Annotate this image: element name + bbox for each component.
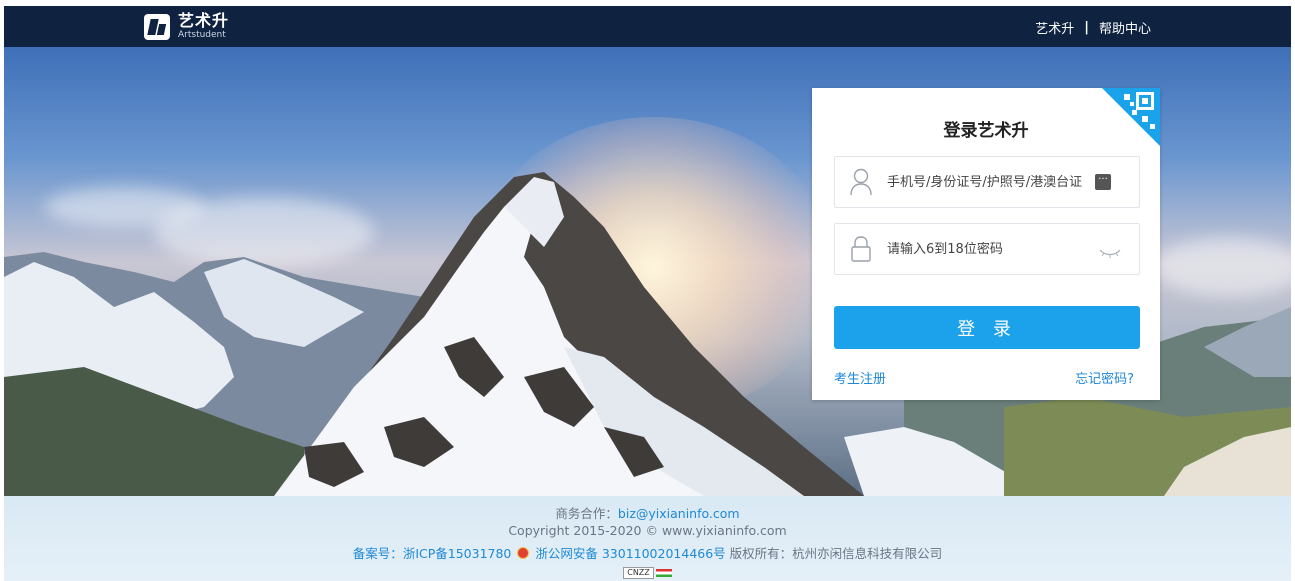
- username-input[interactable]: [887, 174, 1087, 190]
- header-link-home[interactable]: 艺术升: [1035, 18, 1074, 37]
- login-panel: 登录艺术升 ···: [812, 88, 1160, 400]
- icp-link[interactable]: 浙ICP备15031780: [403, 546, 512, 561]
- contact-label: 商务合作：: [555, 506, 618, 521]
- footer-contact: 商务合作：biz@yixianinfo.com: [4, 503, 1291, 522]
- footer-copyright: Copyright 2015-2020 © www.yixianinfo.com: [508, 523, 787, 538]
- password-field[interactable]: [834, 223, 1140, 275]
- footer-stats: CNZZ: [4, 564, 1291, 579]
- cnzz-flag-icon: [655, 568, 672, 577]
- user-icon: [835, 157, 887, 207]
- forgot-password-link[interactable]: 忘记密码?: [1075, 368, 1134, 387]
- brand-logo[interactable]: 艺术升 Artstudent: [144, 13, 229, 40]
- police-badge-icon: [517, 547, 530, 559]
- lock-icon: [835, 224, 887, 274]
- brand-subtitle: Artstudent: [178, 30, 226, 40]
- police-link[interactable]: 浙公网安备 33011002014466号: [535, 546, 725, 561]
- username-field[interactable]: ···: [834, 156, 1140, 208]
- login-button[interactable]: 登 录: [834, 306, 1140, 349]
- cnzz-badge[interactable]: CNZZ: [623, 566, 654, 579]
- rights-text: 版权所有：杭州亦闲信息科技有限公司: [729, 546, 943, 561]
- footer-license: 备案号：浙ICP备15031780 浙公网安备 33011002014466号 …: [4, 543, 1291, 562]
- header-separator: |: [1084, 20, 1089, 35]
- register-link[interactable]: 考生注册: [834, 368, 886, 387]
- eye-closed-icon[interactable]: [1099, 243, 1121, 262]
- more-icon[interactable]: ···: [1095, 174, 1111, 190]
- password-input[interactable]: [887, 241, 1087, 257]
- logo-mark-icon: [144, 13, 170, 40]
- brand-name: 艺术升: [178, 11, 230, 30]
- header-link-help[interactable]: 帮助中心: [1099, 18, 1151, 37]
- page-footer: 商务合作：biz@yixianinfo.com Copyright 2015-2…: [4, 496, 1291, 581]
- contact-email-link[interactable]: biz@yixianinfo.com: [618, 506, 740, 521]
- icp-label: 备案号：: [352, 546, 403, 561]
- login-title: 登录艺术升: [943, 121, 1029, 141]
- top-header: 艺术升 Artstudent 艺术升 | 帮助中心: [4, 6, 1291, 47]
- header-nav: 艺术升 | 帮助中心: [1035, 18, 1151, 37]
- page-frame: 艺术升 Artstudent 艺术升 | 帮助中心 登录艺术升 手机号/身份证号…: [4, 6, 1291, 581]
